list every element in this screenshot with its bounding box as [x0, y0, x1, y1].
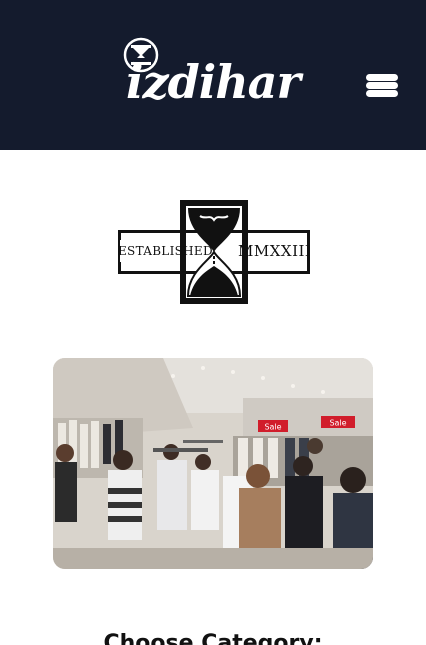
- brand-logo[interactable]: izdihar: [122, 36, 304, 109]
- established-badge: ESTABLISHED MMXXIII: [114, 196, 314, 308]
- site-header: izdihar: [0, 0, 426, 150]
- hamburger-menu-icon[interactable]: [364, 70, 400, 102]
- sale-sign: Sale: [329, 419, 346, 428]
- badge-established-text: ESTABLISHED: [118, 244, 213, 258]
- badge-year-text: MMXXIII: [238, 242, 312, 260]
- brand-name: izdihar: [126, 55, 301, 109]
- store-photo: Sale Sale: [53, 358, 373, 569]
- section-title: Choose Category:: [103, 631, 323, 645]
- sale-sign: Sale: [264, 423, 281, 432]
